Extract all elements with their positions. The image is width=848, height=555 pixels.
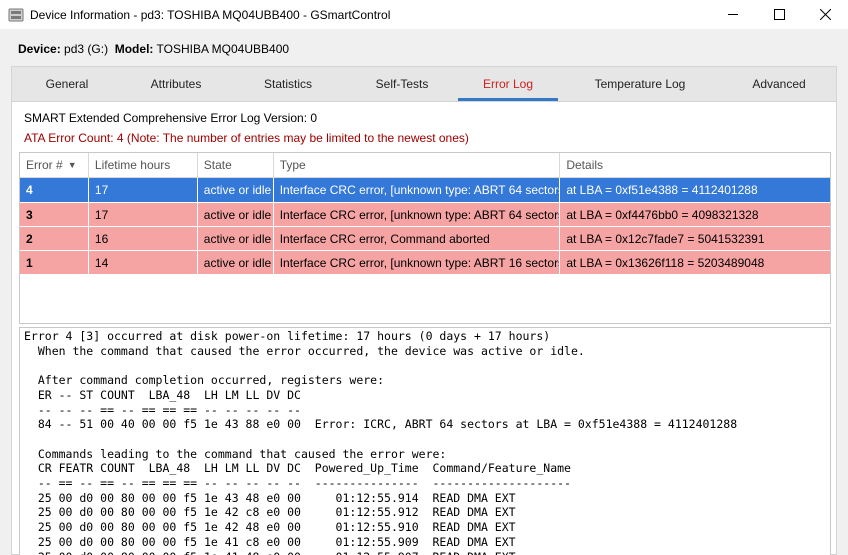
model-value: TOSHIBA MQ04UBB400	[156, 42, 290, 56]
table-row[interactable]: 4 17 active or idle Interface CRC error,…	[20, 178, 830, 202]
title-bar: Device Information - pd3: TOSHIBA MQ04UB…	[0, 0, 848, 29]
table-header: Error # ▼ Lifetime hours State Type Detai…	[20, 153, 830, 178]
minimize-button[interactable]	[710, 0, 756, 29]
column-header-state[interactable]: State	[198, 153, 274, 177]
log-version-text: SMART Extended Comprehensive Error Log V…	[24, 111, 318, 125]
cell-error-num: 4	[20, 178, 89, 202]
cell-lifetime-hours: 17	[89, 178, 198, 202]
tab-error-log[interactable]: Error Log	[458, 67, 558, 101]
cell-type: Interface CRC error, Command aborted	[274, 227, 561, 251]
maximize-icon	[773, 9, 785, 20]
tab-attributes[interactable]: Attributes	[122, 67, 230, 101]
table-row[interactable]: 3 17 active or idle Interface CRC error,…	[20, 202, 830, 227]
cell-error-num: 2	[20, 227, 89, 251]
table-row[interactable]: 1 14 active or idle Interface CRC error,…	[20, 250, 830, 275]
cell-state: active or idle	[198, 251, 274, 275]
cell-type: Interface CRC error, [unknown type: ABRT…	[274, 251, 561, 275]
error-table: Error # ▼ Lifetime hours State Type Detai…	[19, 152, 831, 324]
column-header-lifetime-hours[interactable]: Lifetime hours	[89, 153, 198, 177]
cell-error-num: 3	[20, 203, 89, 227]
model-label: Model:	[114, 42, 154, 56]
column-header-details[interactable]: Details	[560, 153, 830, 177]
cell-lifetime-hours: 14	[89, 251, 198, 275]
close-icon	[819, 9, 831, 20]
tab-statistics[interactable]: Statistics	[230, 67, 346, 101]
cell-details: at LBA = 0x13626f118 = 5203489048	[566, 256, 765, 270]
device-info-line: Device: pd3 (G:) Model: TOSHIBA MQ04UBB4…	[18, 42, 289, 56]
app-icon	[8, 8, 24, 21]
cell-state: active or idle	[198, 178, 274, 202]
tab-self-tests[interactable]: Self-Tests	[346, 67, 458, 101]
error-details-textview[interactable]: Error 4 [3] occurred at disk power-on li…	[19, 327, 831, 555]
tab-general[interactable]: General	[12, 67, 122, 101]
cell-lifetime-hours: 16	[89, 227, 198, 251]
device-label: Device:	[18, 42, 61, 56]
close-button[interactable]	[802, 0, 848, 29]
tab-bar: General Attributes Statistics Self-Tests…	[11, 66, 837, 101]
cell-details: at LBA = 0xf51e4388 = 4112401288	[566, 183, 758, 197]
sort-descending-icon: ▼	[67, 160, 77, 170]
cell-details: at LBA = 0x12c7fade7 = 5041532391	[566, 232, 765, 246]
cell-type: Interface CRC error, [unknown type: ABRT…	[274, 178, 561, 202]
tab-advanced[interactable]: Advanced	[722, 67, 836, 101]
maximize-button[interactable]	[756, 0, 802, 29]
tab-temperature-log[interactable]: Temperature Log	[558, 67, 722, 101]
cell-type: Interface CRC error, [unknown type: ABRT…	[274, 203, 561, 227]
error-details-text: Error 4 [3] occurred at disk power-on li…	[24, 329, 738, 555]
column-header-type[interactable]: Type	[274, 153, 561, 177]
error-log-panel: SMART Extended Comprehensive Error Log V…	[11, 101, 837, 555]
cell-state: active or idle	[198, 203, 274, 227]
error-count-text: ATA Error Count: 4 (Note: The number of …	[24, 131, 469, 145]
cell-error-num: 1	[20, 251, 89, 275]
table-row[interactable]: 2 16 active or idle Interface CRC error,…	[20, 226, 830, 251]
cell-state: active or idle	[198, 227, 274, 251]
minimize-icon	[727, 14, 738, 15]
cell-details: at LBA = 0xf4476bb0 = 4098321328	[566, 208, 759, 222]
column-header-label: Error #	[26, 158, 63, 172]
window-title: Device Information - pd3: TOSHIBA MQ04UB…	[30, 7, 391, 22]
cell-lifetime-hours: 17	[89, 203, 198, 227]
column-header-error-num[interactable]: Error # ▼	[20, 153, 89, 177]
device-value: pd3 (G:)	[64, 42, 109, 56]
